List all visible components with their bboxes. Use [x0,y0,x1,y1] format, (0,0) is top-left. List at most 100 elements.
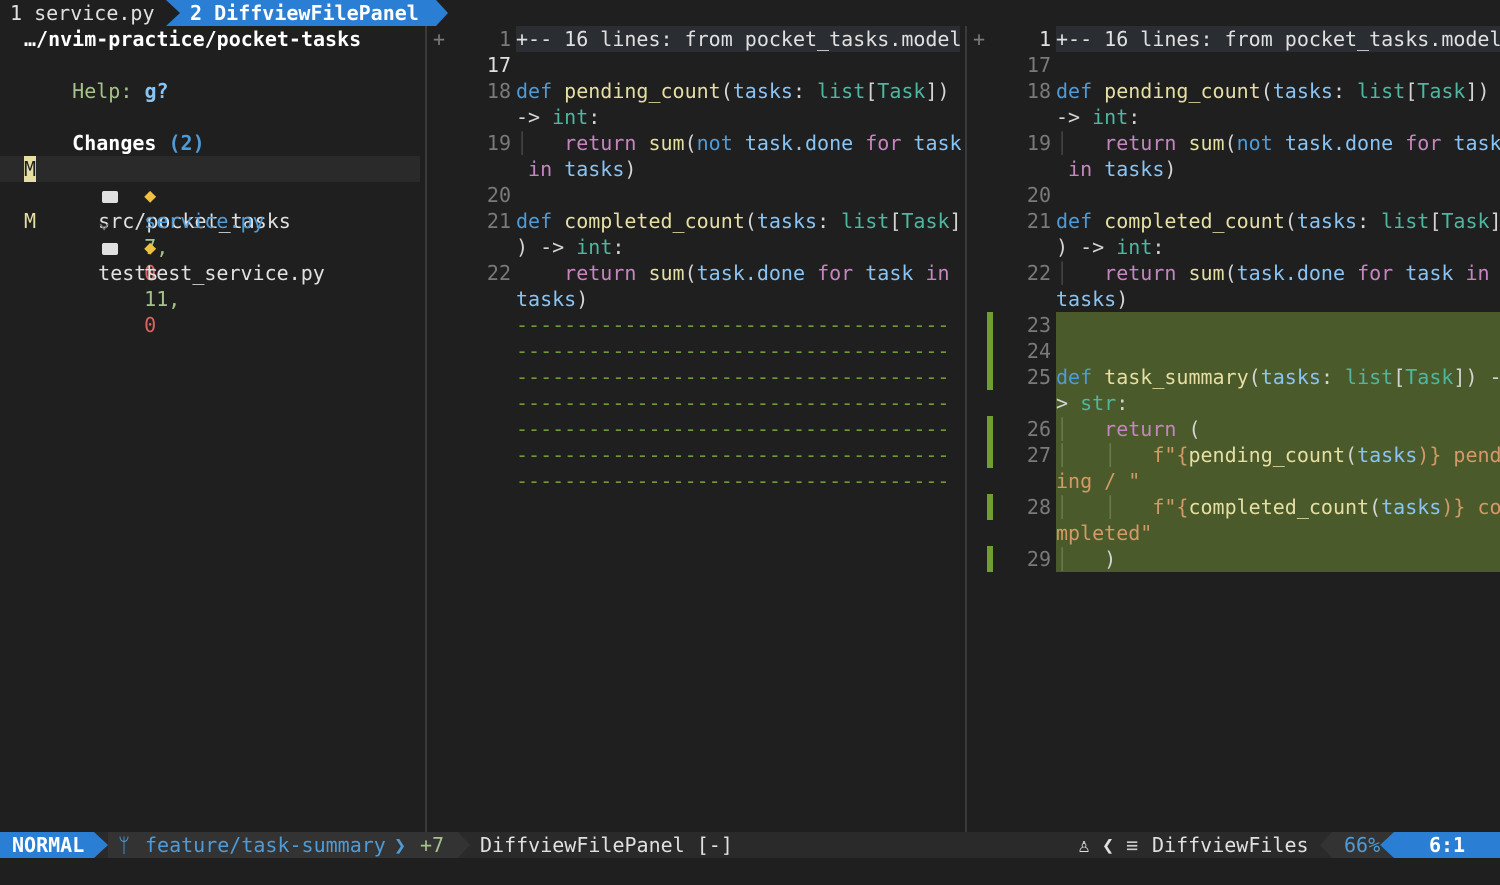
help-key[interactable]: g? [144,79,168,103]
git-branch[interactable]: feature/task-summary [145,832,386,858]
diff-filler: ------------------------------------ [516,365,950,389]
code-line: │ return sum(task.done for task in [1056,261,1490,285]
line-number: 23 [1026,313,1051,337]
line-number: 20 [1026,183,1051,207]
tab-end-separator-icon [436,0,448,26]
line-number: 18 [1026,79,1051,103]
file-added-count: 11, [144,287,181,311]
file-status: M [24,156,37,182]
line-number: 22 [486,261,511,285]
line-number: 29 [1026,547,1051,571]
diff-filler: ------------------------------------ [516,443,950,467]
line-number: 25 [1026,365,1051,389]
line-number: 26 [1026,417,1051,441]
chevron-right-icon: ❯ [394,833,407,857]
separator-icon [1320,832,1332,858]
folder-src-pocket-tasks[interactable]: ⌄ src/pocket_tasks [50,130,291,233]
line-number: 22 [1026,261,1051,285]
file-name: test_service.py [144,261,325,285]
diff-pane-right[interactable]: + 1 +-- 16 lines: from pocket_tasks.mode… [967,26,1500,832]
fold-marker: + [973,27,986,51]
tabline: 1 service.py 2 DiffviewFilePanel [0,0,1500,26]
filetype-lines-icon: ≡ [1126,833,1139,857]
line-number: 21 [1026,209,1051,233]
git-branch-icon: ᛘ [118,833,130,857]
line-number: 19 [1026,131,1051,155]
line-number: 18 [486,79,511,103]
separator-icon [1380,832,1394,858]
diff-filler: ------------------------------------ [516,469,950,493]
fold-text[interactable]: +-- 16 lines: from pocket_tasks.model [516,26,962,52]
diff-filler: ------------------------------------ [516,313,950,337]
code-line: mpleted" [1056,521,1153,545]
tab-service-py[interactable]: 1 service.py [0,0,176,26]
line-number: 17 [486,53,511,77]
changes-header: Changes (2) [24,104,204,155]
diffview-file-panel: …/nvim-practice/pocket-tasks Help: g? Ch… [0,26,425,832]
help-line: Help: g? [24,52,168,103]
code-line: def task_summary(tasks: list[Task]) - [1056,365,1500,389]
filetype: DiffviewFiles [1152,833,1309,857]
code-line: │ return ( [1056,417,1201,441]
panel-path: …/nvim-practice/pocket-tasks [24,27,362,51]
code-line: > str: [1056,391,1129,415]
line-number: 24 [1026,339,1051,363]
code-line: │ │ f"{pending_count(tasks)} pend [1056,443,1500,467]
line-number: 19 [486,131,511,155]
code-line: def completed_count(tasks: list[Task] [1056,209,1500,233]
line-number: 17 [1026,53,1051,77]
code-line: def pending_count(tasks: list[Task]) [516,79,950,103]
tab-separator-icon [166,0,180,26]
code-line: │ ) [1056,547,1117,571]
line-number: 28 [1026,495,1051,519]
diff-pane-left[interactable]: + 1 +-- 16 lines: from pocket_tasks.mode… [427,26,965,832]
fold-marker: + [433,27,446,51]
code-line: tasks) [516,287,589,311]
code-line: ing / " [1056,469,1141,493]
code-line: ) -> int: [1056,235,1165,259]
file-status: M [24,209,37,233]
fold-text[interactable]: +-- 16 lines: from pocket_tasks.model [1056,26,1500,52]
code-line: -> int: [516,105,601,129]
cursor-position: 6:1 [1394,832,1500,858]
help-label: Help: [72,79,133,103]
git-sign-added [987,416,993,468]
code-line: tasks) [1056,287,1129,311]
line-number: 27 [1026,443,1051,467]
diff-filler: ------------------------------------ [516,417,950,441]
code-line: def completed_count(tasks: list[Task] [516,209,962,233]
separator-icon [458,832,470,858]
file-service-py[interactable]: ◆ service.py 7, 0 [96,156,264,285]
file-removed-count: 0 [144,313,157,337]
line-number: 1 [1038,27,1051,51]
code-line: ) -> int: [516,235,625,259]
code-line: │ │ f"{completed_count(tasks)} co [1056,495,1500,519]
diff-filler: ------------------------------------ [516,339,950,363]
line-number: 1 [498,27,511,51]
tab-diffview-file-panel[interactable]: 2 DiffviewFilePanel [166,0,436,26]
code-line: │ return sum(not task.done for task [1056,131,1500,155]
git-sign-added [987,312,993,390]
code-line: -> int: [1056,105,1141,129]
code-line: return sum(task.done for task in [564,261,950,285]
chevron-left-icon: ❮ [1102,833,1115,857]
statusline-filename: DiffviewFilePanel [-] [480,833,733,857]
git-sign-added [987,494,993,520]
linux-icon: ♙ [1078,833,1091,857]
code-line: in tasks) [1068,157,1177,181]
code-line: in tasks) [528,157,637,181]
folder-tests[interactable]: ⌄ tests [50,182,158,285]
diff-filler: ------------------------------------ [516,391,950,415]
line-number: 20 [486,183,511,207]
git-diff-added: +7 [420,833,445,857]
file-test-service-py[interactable]: ◆ test_service.py 11, 0 [96,208,325,337]
python-icon: ◆ [144,235,157,259]
git-sign-added [987,546,993,572]
separator-icon [94,832,108,858]
statusline: NORMAL ᛘ feature/task-summary ❯ +7 Diffv… [0,832,1500,858]
code-line: │ return sum(not task.done for task [516,131,962,155]
mode-indicator: NORMAL [0,832,94,858]
code-line: def pending_count(tasks: list[Task]) [1056,79,1490,103]
line-number: 21 [486,209,511,233]
command-line[interactable] [0,858,1500,885]
